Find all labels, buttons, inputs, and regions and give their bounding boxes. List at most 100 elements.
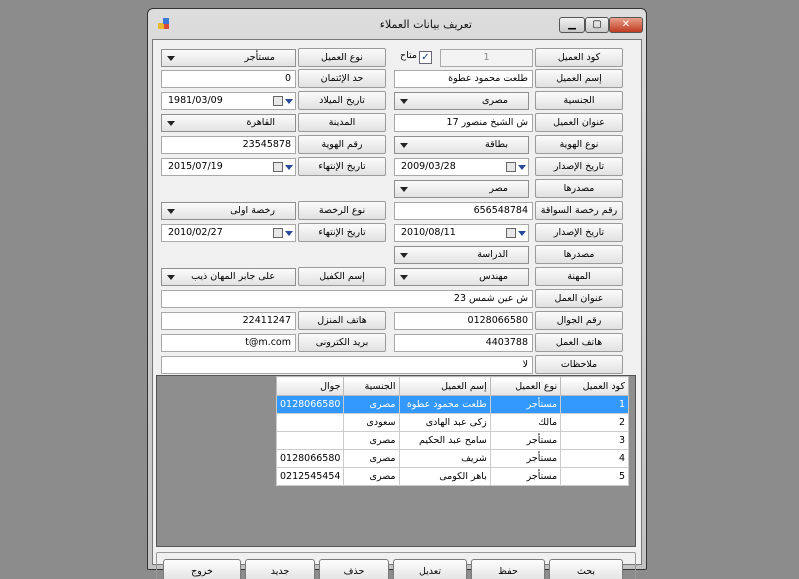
id-expiry-picker[interactable]: 2015/07/19: [161, 158, 296, 176]
city-value: القاهرة: [246, 117, 275, 128]
table-row[interactable]: 0128066580 مصرى طلعت محمود عطوة مستأجر 1: [275, 395, 629, 414]
maximize-button[interactable]: ▢: [585, 17, 609, 33]
minimize-button[interactable]: ▁: [559, 17, 585, 33]
calendar-icon: [273, 228, 283, 238]
work-phone-field[interactable]: 4403788: [394, 334, 533, 352]
window-title: تعريف بيانات العملاء: [379, 18, 472, 31]
customer-window: تعريف بيانات العملاء ▁ ▢ ✕ كود العميل 1 …: [147, 8, 647, 579]
column-header-name[interactable]: إسم العميل: [398, 376, 491, 396]
license-issue-picker[interactable]: 2010/08/11: [394, 224, 529, 242]
mobile-field[interactable]: 0128066580: [394, 312, 533, 330]
issue-date-picker[interactable]: 2009/03/28: [394, 158, 529, 176]
birth-date-picker[interactable]: 1981/03/09: [161, 92, 296, 110]
cell-code: 1: [560, 395, 629, 414]
search-button[interactable]: بحث: [549, 559, 623, 579]
email-label: بريد الكترونى: [298, 333, 386, 352]
close-button[interactable]: ✕: [609, 17, 643, 33]
button-bar: بحث حفظ تعديل حذف جديد خروج: [156, 552, 636, 579]
city-select[interactable]: القاهرة: [161, 114, 296, 132]
calendar-icon: [506, 228, 516, 238]
cell-name: سامح عبد الحكيم: [398, 431, 491, 450]
app-icon: [158, 18, 169, 29]
guarantor-select[interactable]: على جابر المهان ذيب: [161, 268, 296, 286]
customer-name-field[interactable]: طلعت محمود عطوة: [394, 70, 533, 88]
work-address-label: عنوان العمل: [535, 289, 623, 308]
customer-type-select[interactable]: مستأجر: [161, 49, 296, 67]
cell-nationality: سعودى: [343, 413, 400, 432]
guarantor-value: على جابر المهان ذيب: [191, 271, 275, 282]
calendar-icon: [273, 162, 283, 172]
customers-grid[interactable]: جوال الجنسية إسم العميل نوع العميل كود ا…: [156, 375, 636, 547]
id-type-select[interactable]: بطاقة: [394, 136, 529, 154]
license-type-value: رخصة اولى: [230, 205, 275, 216]
nationality-value: مصرى: [481, 95, 508, 106]
email-field[interactable]: t@m.com: [161, 334, 296, 352]
address-field[interactable]: 17 ش الشيخ منصور: [394, 114, 533, 132]
license-number-field[interactable]: 656548784: [394, 202, 533, 220]
id-expiry-label: تاريخ الإنتهاء: [298, 157, 386, 176]
save-button[interactable]: حفظ: [471, 559, 545, 579]
calendar-icon: [273, 96, 283, 106]
job-value: مهندس: [479, 271, 508, 282]
chevron-down-icon: [400, 143, 408, 148]
credit-limit-field[interactable]: 0: [161, 70, 296, 88]
id-source-select[interactable]: مصر: [394, 180, 529, 198]
title-bar: تعريف بيانات العملاء ▁ ▢ ✕: [152, 9, 643, 39]
table-row[interactable]: 0212545454 مصرى باهر الكومى مستأجر 5: [275, 467, 629, 486]
edit-button[interactable]: تعديل: [393, 559, 467, 579]
id-source-label: مصدرها: [535, 179, 623, 198]
cell-mobile: 0212545454: [275, 467, 345, 486]
id-type-label: نوع الهوية: [535, 135, 623, 154]
chevron-down-icon: [167, 275, 175, 280]
work-address-field[interactable]: 23 ش عين شمس: [161, 290, 533, 308]
column-header-type[interactable]: نوع العميل: [489, 376, 562, 396]
cell-type: مستأجر: [489, 431, 562, 450]
credit-limit-label: حد الإئتمان: [298, 69, 386, 88]
new-button[interactable]: جديد: [245, 559, 315, 579]
license-type-select[interactable]: رخصة اولى: [161, 202, 296, 220]
chevron-down-icon: [518, 231, 526, 236]
id-number-field[interactable]: 23545878: [161, 136, 296, 154]
license-source-value: الدراسة: [477, 249, 508, 260]
delete-button[interactable]: حذف: [319, 559, 389, 579]
exit-button[interactable]: خروج: [163, 559, 241, 579]
cell-nationality: مصرى: [343, 395, 400, 414]
cell-mobile: 0128066580: [275, 395, 345, 414]
birth-date-value: 1981/03/09: [168, 95, 223, 106]
id-number-label: رقم الهوية: [298, 135, 386, 154]
chevron-down-icon: [400, 187, 408, 192]
cell-name: باهر الكومى: [398, 467, 491, 486]
notes-field[interactable]: لا: [161, 356, 533, 374]
cell-mobile: [275, 413, 345, 432]
nationality-select[interactable]: مصرى: [394, 92, 529, 110]
table-row[interactable]: 0128066580 مصرى شريف مستأجر 4: [275, 449, 629, 468]
customers-table: جوال الجنسية إسم العميل نوع العميل كود ا…: [275, 376, 629, 486]
license-expiry-picker[interactable]: 2010/02/27: [161, 224, 296, 242]
id-type-value: بطاقة: [485, 139, 508, 150]
chevron-down-icon: [167, 209, 175, 214]
available-checkbox[interactable]: ✓: [419, 51, 432, 64]
customer-code-field[interactable]: 1: [440, 49, 533, 67]
table-row[interactable]: مصرى سامح عبد الحكيم مستأجر 3: [275, 431, 629, 450]
city-label: المدينة: [298, 113, 386, 132]
license-expiry-label: تاريخ الإنتهاء: [298, 223, 386, 242]
birth-date-label: تاريخ الميلاد: [298, 91, 386, 110]
customer-code-label: كود العميل: [535, 48, 623, 67]
work-phone-label: هاتف العمل: [535, 333, 623, 352]
table-row[interactable]: سعودى زكى عبد الهادى مالك 2: [275, 413, 629, 432]
column-header-mobile[interactable]: جوال: [275, 376, 345, 396]
license-issue-value: 2010/08/11: [401, 227, 456, 238]
column-header-nationality[interactable]: الجنسية: [343, 376, 400, 396]
issue-date-value: 2009/03/28: [401, 161, 456, 172]
cell-type: مالك: [489, 413, 562, 432]
license-source-label: مصدرها: [535, 245, 623, 264]
cell-mobile: 0128066580: [275, 449, 345, 468]
chevron-down-icon: [285, 99, 293, 104]
job-select[interactable]: مهندس: [394, 268, 529, 286]
home-phone-field[interactable]: 22411247: [161, 312, 296, 330]
cell-name: زكى عبد الهادى: [398, 413, 491, 432]
license-source-select[interactable]: الدراسة: [394, 246, 529, 264]
customer-type-value: مستأجر: [244, 52, 275, 63]
license-type-label: نوع الرخصة: [298, 201, 386, 220]
column-header-code[interactable]: كود العميل: [560, 376, 629, 396]
